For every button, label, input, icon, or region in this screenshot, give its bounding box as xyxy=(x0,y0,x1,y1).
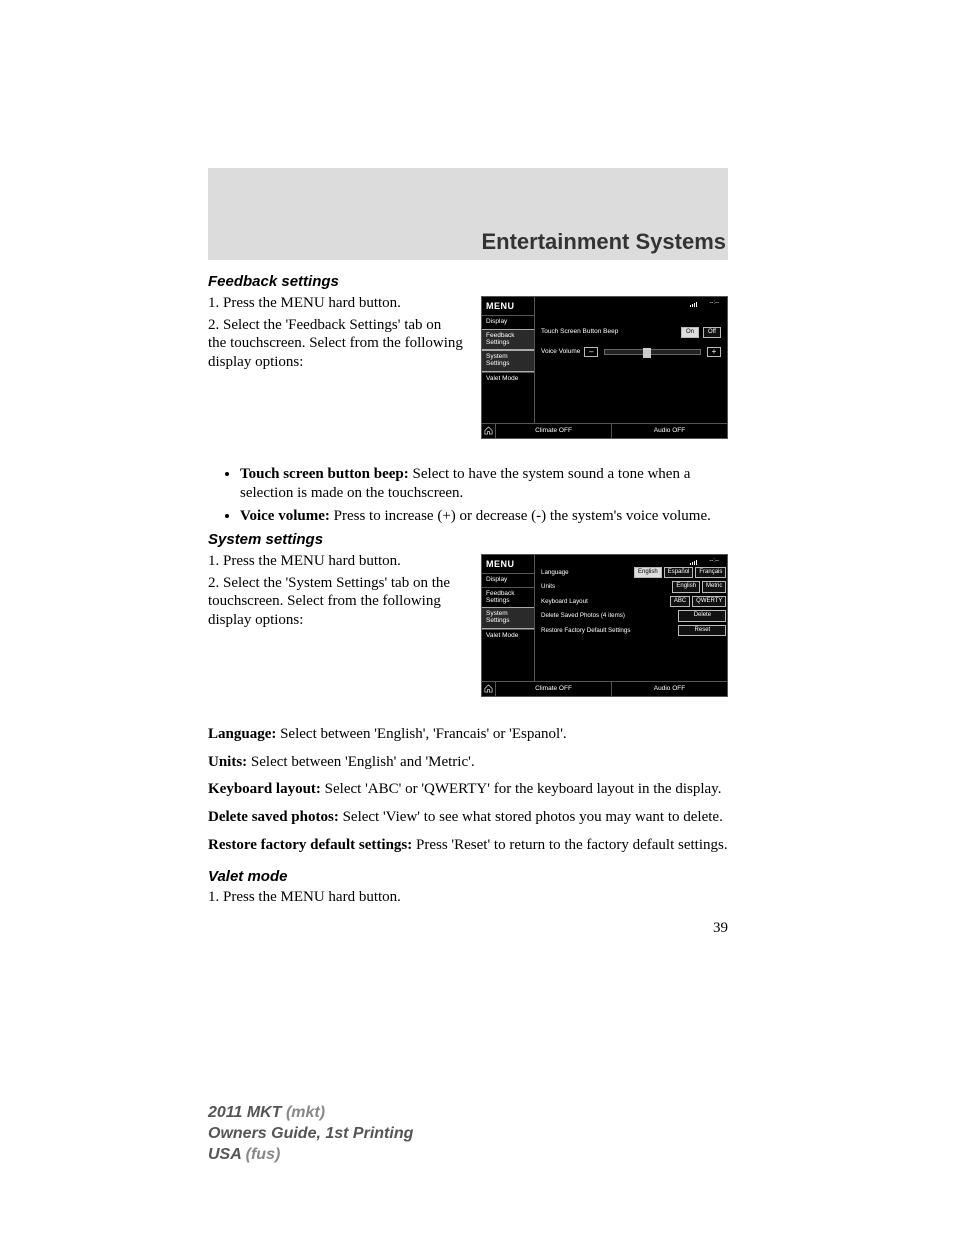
restore-label: Restore Factory Default Settings xyxy=(541,627,661,635)
footer-model: 2011 MKT xyxy=(208,1104,286,1121)
footer-region: USA xyxy=(208,1146,246,1163)
volume-minus-button[interactable]: – xyxy=(584,347,598,357)
status-bar: --:-- xyxy=(690,558,719,566)
keyboard-text: Select 'ABC' or 'QWERTY' for the keyboar… xyxy=(321,781,722,797)
delete-text: Select 'View' to see what stored photos … xyxy=(339,809,723,825)
valet-step1: 1. Press the MENU hard button. xyxy=(208,888,728,907)
footer: 2011 MKT (mkt) Owners Guide, 1st Printin… xyxy=(208,1103,413,1165)
delete-photos-label: Delete Saved Photos (4 items) xyxy=(541,612,661,620)
bullet-voice-label: Voice volume: xyxy=(240,508,330,524)
language-label: Language xyxy=(541,569,631,577)
home-icon[interactable] xyxy=(482,682,496,696)
volume-plus-button[interactable]: + xyxy=(707,347,721,357)
feedback-heading: Feedback settings xyxy=(208,273,728,292)
restore-label: Restore factory default settings: xyxy=(208,837,412,853)
units-metric-button[interactable]: Metric xyxy=(702,581,726,593)
climate-status[interactable]: Climate OFF xyxy=(496,682,612,696)
units-english-button[interactable]: English xyxy=(672,581,700,593)
tab-valet[interactable]: Valet Mode xyxy=(482,372,534,386)
footer-region-code: (fus) xyxy=(246,1146,281,1163)
tab-display[interactable]: Display xyxy=(482,315,534,329)
kb-abc-button[interactable]: ABC xyxy=(670,596,690,608)
lang-espanol-button[interactable]: Español xyxy=(664,567,694,579)
system-screenshot: --:-- MENU Display Feedback Settings Sys… xyxy=(481,554,728,697)
feedback-bullets: Touch screen button beep: Select to have… xyxy=(240,465,728,526)
signal-icon xyxy=(690,559,697,565)
units-label: Units xyxy=(541,583,631,591)
clock: --:-- xyxy=(709,558,719,566)
volume-slider[interactable] xyxy=(604,349,701,355)
tab-valet[interactable]: Valet Mode xyxy=(482,629,534,643)
feedback-step1: 1. Press the MENU hard button. xyxy=(208,294,463,313)
keyboard-label: Keyboard layout: xyxy=(208,781,321,797)
home-icon[interactable] xyxy=(482,424,496,438)
delete-label: Delete saved photos: xyxy=(208,809,339,825)
language-text: Select between 'English', 'Francais' or … xyxy=(276,726,566,742)
voice-volume-label: Voice Volume xyxy=(541,348,580,356)
signal-icon xyxy=(690,301,697,307)
climate-status[interactable]: Climate OFF xyxy=(496,424,612,438)
bullet-voice: Voice volume: Press to increase (+) or d… xyxy=(240,507,728,526)
delete-button[interactable]: Delete xyxy=(678,610,726,622)
bullet-voice-text: Press to increase (+) or decrease (-) th… xyxy=(330,508,711,524)
units-label: Units: xyxy=(208,754,247,770)
system-step2: 2. Select the 'System Settings' tab on t… xyxy=(208,574,463,630)
beep-on-button[interactable]: On xyxy=(681,327,699,339)
keyboard-label: Keyboard Layout xyxy=(541,598,631,606)
restore-para: Restore factory default settings: Press … xyxy=(208,836,728,855)
kb-qwerty-button[interactable]: QWERTY xyxy=(692,596,726,608)
language-label: Language: xyxy=(208,726,276,742)
keyboard-para: Keyboard layout: Select 'ABC' or 'QWERTY… xyxy=(208,780,728,799)
clock: --:-- xyxy=(709,300,719,308)
page-content: Feedback settings 1. Press the MENU hard… xyxy=(208,269,728,938)
footer-guide: Owners Guide, 1st Printing xyxy=(208,1124,413,1145)
tab-display[interactable]: Display xyxy=(482,573,534,587)
feedback-step2: 2. Select the 'Feedback Settings' tab on… xyxy=(208,316,463,372)
tab-feedback[interactable]: Feedback Settings xyxy=(482,587,534,608)
footer-model-code: (mkt) xyxy=(286,1104,325,1121)
feedback-screenshot: --:-- MENU Display Feedback Settings Sys… xyxy=(481,296,728,439)
lang-francais-button[interactable]: Français xyxy=(695,567,726,579)
delete-para: Delete saved photos: Select 'View' to se… xyxy=(208,808,728,827)
beep-off-button[interactable]: Off xyxy=(703,327,721,339)
beep-label: Touch Screen Button Beep xyxy=(541,328,618,336)
language-para: Language: Select between 'English', 'Fra… xyxy=(208,725,728,744)
bullet-beep: Touch screen button beep: Select to have… xyxy=(240,465,728,503)
audio-status[interactable]: Audio OFF xyxy=(612,424,727,438)
menu-title: MENU xyxy=(482,297,534,315)
valet-heading: Valet mode xyxy=(208,868,728,887)
menu-title: MENU xyxy=(482,555,534,573)
status-bar: --:-- xyxy=(690,300,719,308)
page-number: 39 xyxy=(208,919,728,938)
lang-english-button[interactable]: English xyxy=(634,567,662,579)
system-heading: System settings xyxy=(208,531,728,550)
system-step1: 1. Press the MENU hard button. xyxy=(208,552,463,571)
page-title: Entertainment Systems xyxy=(481,229,726,255)
units-para: Units: Select between 'English' and 'Met… xyxy=(208,753,728,772)
units-text: Select between 'English' and 'Metric'. xyxy=(247,754,474,770)
bullet-beep-label: Touch screen button beep: xyxy=(240,466,409,482)
reset-button[interactable]: Reset xyxy=(678,625,726,637)
tab-system[interactable]: System Settings xyxy=(482,607,534,629)
tab-feedback[interactable]: Feedback Settings xyxy=(482,329,534,351)
audio-status[interactable]: Audio OFF xyxy=(612,682,727,696)
tab-system[interactable]: System Settings xyxy=(482,350,534,372)
restore-text: Press 'Reset' to return to the factory d… xyxy=(412,837,727,853)
